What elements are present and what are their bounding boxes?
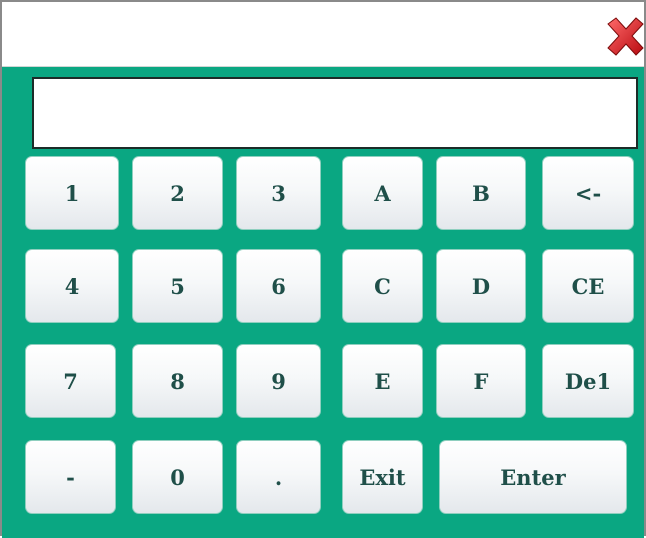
keypad-panel: 1 2 3 A B <- 4 5 6 C D CE 7 8 9 E F De1 …	[2, 67, 644, 538]
clear-entry-button[interactable]: CE	[542, 249, 634, 323]
keypad-window: 1 2 3 A B <- 4 5 6 C D CE 7 8 9 E F De1 …	[0, 0, 646, 538]
key-2[interactable]: 2	[132, 156, 223, 230]
key-0[interactable]: 0	[132, 440, 223, 514]
delete-button[interactable]: De1	[542, 344, 634, 418]
enter-button[interactable]: Enter	[439, 440, 627, 514]
key-d[interactable]: D	[436, 249, 526, 323]
key-3[interactable]: 3	[236, 156, 321, 230]
key-f[interactable]: F	[436, 344, 526, 418]
key-b[interactable]: B	[436, 156, 526, 230]
key-1[interactable]: 1	[25, 156, 119, 230]
minus-key[interactable]: -	[25, 440, 116, 514]
title-bar	[2, 2, 644, 67]
exit-button[interactable]: Exit	[342, 440, 423, 514]
close-button[interactable]	[602, 14, 644, 58]
key-6[interactable]: 6	[236, 249, 321, 323]
key-8[interactable]: 8	[132, 344, 223, 418]
input-display[interactable]	[32, 77, 638, 149]
key-9[interactable]: 9	[236, 344, 321, 418]
key-a[interactable]: A	[342, 156, 423, 230]
key-7[interactable]: 7	[25, 344, 116, 418]
backspace-button[interactable]: <-	[542, 156, 634, 230]
decimal-point-key[interactable]: .	[236, 440, 321, 514]
key-4[interactable]: 4	[25, 249, 119, 323]
key-c[interactable]: C	[342, 249, 423, 323]
key-e[interactable]: E	[342, 344, 423, 418]
key-5[interactable]: 5	[132, 249, 223, 323]
close-x-icon	[607, 17, 644, 56]
